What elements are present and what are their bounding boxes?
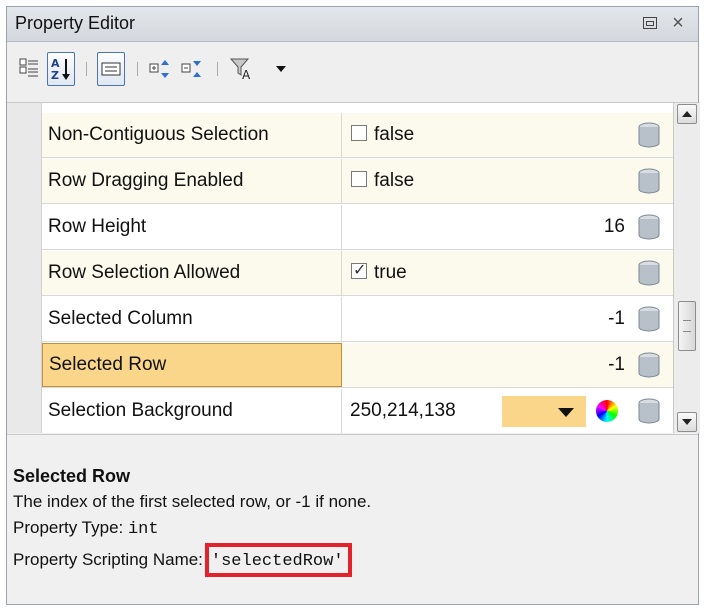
categorized-view-icon xyxy=(19,58,38,77)
property-name: Row Height xyxy=(42,205,342,249)
vertical-scrollbar[interactable] xyxy=(673,103,700,433)
property-name: Row Selection Allowed xyxy=(42,251,342,295)
scripting-name-highlight: 'selectedRow' xyxy=(204,543,352,577)
dropdown-arrow-icon xyxy=(558,408,574,417)
number-value: -1 xyxy=(608,308,625,329)
checkbox-label: false xyxy=(374,124,415,145)
svg-text:A: A xyxy=(242,68,251,81)
property-name: Row Dragging Enabled xyxy=(42,159,342,203)
toolbar: A Z A xyxy=(7,42,698,103)
description-title: Selected Row xyxy=(13,466,131,486)
property-value[interactable]: 16 xyxy=(342,205,673,249)
expand-all-button[interactable] xyxy=(147,52,175,86)
checkbox[interactable] xyxy=(351,260,367,279)
panel-title: Property Editor xyxy=(15,13,136,33)
description-panel-icon xyxy=(101,62,121,76)
title-bar: Property Editor × xyxy=(7,7,698,42)
database-binding-icon[interactable] xyxy=(637,260,661,286)
description-panel: Selected Row The index of the first sele… xyxy=(7,434,698,604)
property-type-line: Property Type: int xyxy=(13,515,698,543)
database-binding-icon[interactable] xyxy=(637,306,661,332)
scroll-down-button[interactable] xyxy=(677,412,697,432)
property-editor-panel: Property Editor × A Z A Non-Contiguous S… xyxy=(6,6,700,605)
collapse-all-button[interactable] xyxy=(179,52,207,86)
property-row-selection-background[interactable]: Selection Background 250,214,138 xyxy=(42,389,673,433)
property-value[interactable]: 250,214,138 xyxy=(342,389,673,433)
restore-button[interactable] xyxy=(639,11,661,35)
scroll-up-button[interactable] xyxy=(677,104,697,124)
close-button[interactable]: × xyxy=(667,11,689,35)
database-binding-icon[interactable] xyxy=(637,398,661,424)
property-row-row-selection-allowed[interactable]: Row Selection Allowed true xyxy=(42,251,673,296)
number-value: -1 xyxy=(608,354,625,375)
color-value-text: 250,214,138 xyxy=(350,400,456,421)
checkbox[interactable] xyxy=(351,171,367,187)
property-value[interactable]: false xyxy=(342,113,673,157)
database-binding-icon[interactable] xyxy=(637,214,661,240)
sort-alphabetical-button[interactable]: A Z xyxy=(47,52,75,86)
checkbox-label: true xyxy=(374,262,407,283)
filter-icon: A xyxy=(230,58,251,81)
checkbox[interactable] xyxy=(351,125,367,141)
dropdown-arrow-icon xyxy=(276,66,286,72)
svg-text:Z: Z xyxy=(51,69,59,82)
property-value[interactable]: false xyxy=(342,159,673,203)
color-wheel-icon[interactable] xyxy=(596,400,618,422)
property-type-label: Property Type: xyxy=(13,518,124,537)
property-value[interactable]: -1 xyxy=(342,297,673,341)
scripting-name-label: Property Scripting Name: xyxy=(13,550,203,569)
property-row-non-contiguous-selection[interactable]: Non-Contiguous Selection false xyxy=(42,113,673,158)
restore-icon xyxy=(643,17,657,29)
property-value[interactable]: -1 xyxy=(342,343,673,387)
property-row-selected-row[interactable]: Selected Row -1 xyxy=(42,343,673,388)
number-value: 16 xyxy=(603,216,625,237)
property-type-value: int xyxy=(127,520,159,539)
property-grid: Non-Contiguous Selection false Row Dragg… xyxy=(7,103,673,433)
categorized-view-button[interactable] xyxy=(15,52,43,86)
color-swatch-dropdown[interactable] xyxy=(502,396,586,427)
property-name: Selected Column xyxy=(42,297,342,341)
description-text: The index of the first selected row, or … xyxy=(13,492,372,511)
property-name: Non-Contiguous Selection xyxy=(42,113,342,157)
property-value[interactable]: true xyxy=(342,251,673,295)
collapse-all-icon xyxy=(181,61,201,77)
property-name: Selected Row xyxy=(42,343,342,387)
property-name: Selection Background xyxy=(42,389,342,433)
scroll-thumb[interactable] xyxy=(678,301,696,351)
property-row-selected-column[interactable]: Selected Column -1 xyxy=(42,297,673,342)
checkbox-label: false xyxy=(374,170,415,191)
filter-button[interactable]: A xyxy=(229,52,257,86)
scripting-name-line: Property Scripting Name: 'selectedRow' xyxy=(13,543,698,577)
scripting-name-value: 'selectedRow' xyxy=(210,552,344,571)
expand-all-icon xyxy=(149,60,169,78)
description-panel-button[interactable] xyxy=(97,52,125,86)
property-row-row-dragging-enabled[interactable]: Row Dragging Enabled false xyxy=(42,159,673,204)
grid-gutter xyxy=(7,103,42,433)
database-binding-icon[interactable] xyxy=(637,168,661,194)
property-row-row-height[interactable]: Row Height 16 xyxy=(42,205,673,250)
database-binding-icon[interactable] xyxy=(637,122,661,148)
database-binding-icon[interactable] xyxy=(637,352,661,378)
sort-alphabetical-icon: A Z xyxy=(51,57,70,82)
filter-dropdown-button[interactable] xyxy=(267,52,295,86)
close-icon: × xyxy=(672,11,684,34)
